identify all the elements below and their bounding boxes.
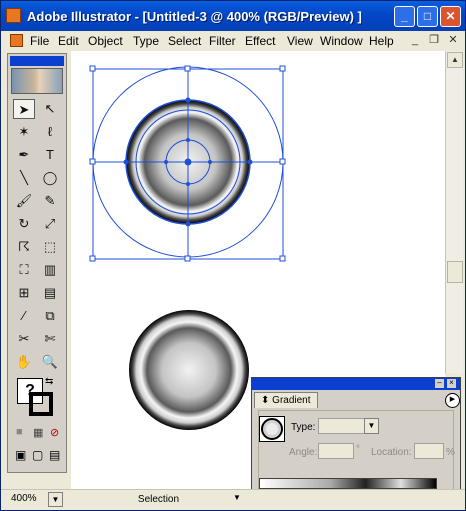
type-label: Type: xyxy=(291,422,316,433)
illustrator-app-icon[interactable] xyxy=(6,8,21,23)
status-bar: 400% ▼ Selection ▼ xyxy=(1,489,465,510)
menu-select[interactable]: Select xyxy=(168,34,201,48)
type-select[interactable] xyxy=(318,418,366,434)
mesh-tool-icon[interactable]: ⊞ xyxy=(13,283,35,303)
full-screen-menu-mode-icon[interactable]: ▢ xyxy=(32,448,43,462)
location-label: Location: xyxy=(371,447,412,458)
scissors-tool-icon[interactable]: ✄ xyxy=(39,329,61,349)
gradient-circle[interactable] xyxy=(129,310,249,430)
panel-minimize-icon[interactable]: – xyxy=(435,379,444,388)
angle-label: Angle: xyxy=(289,447,318,458)
standard-screen-mode-icon[interactable]: ▣ xyxy=(15,448,26,462)
hand-tool-icon[interactable]: ✋ xyxy=(13,352,35,372)
graph-tool-icon[interactable]: ▥ xyxy=(39,260,61,280)
angle-unit: ° xyxy=(356,444,360,455)
scroll-thumb[interactable] xyxy=(447,261,463,283)
toolbox-header[interactable] xyxy=(10,56,64,66)
scale-tool-icon[interactable]: ⤢ xyxy=(39,214,61,234)
gradient-tool-icon[interactable]: ▤ xyxy=(39,283,61,303)
vertical-scrollbar[interactable]: ▲ xyxy=(445,51,463,373)
gradient-tab-row: ⬍ Gradient ▶ xyxy=(252,391,460,409)
symbol-sprayer-tool-icon[interactable]: ⛶ xyxy=(13,260,35,280)
paintbrush-tool-icon[interactable]: 🖌 xyxy=(13,191,35,211)
panel-menu-icon[interactable]: ▶ xyxy=(445,393,460,408)
eyedropper-tool-icon[interactable]: ⁄ xyxy=(13,306,35,326)
selected-gradient-circle[interactable] xyxy=(89,65,286,262)
none-mode-icon[interactable]: ⊘ xyxy=(50,426,59,439)
fill-stroke-control[interactable]: ? ⇆ xyxy=(17,376,57,418)
gradient-panel-header[interactable]: – × xyxy=(252,378,460,390)
menu-effect[interactable]: Effect xyxy=(245,34,275,48)
doc-minimize-button[interactable]: _ xyxy=(407,33,423,48)
gradient-tab[interactable]: ⬍ Gradient xyxy=(254,392,318,408)
toolbox-banner-image[interactable] xyxy=(11,68,63,94)
type-dropdown-icon[interactable]: ▼ xyxy=(364,418,379,434)
stroke-swatch[interactable] xyxy=(29,392,53,416)
type-tool-icon[interactable]: T xyxy=(39,145,61,165)
title-bar[interactable]: Adobe Illustrator - [Untitled-3 @ 400% (… xyxy=(1,1,465,31)
gradient-tab-label: Gradient xyxy=(272,395,311,406)
document-icon[interactable] xyxy=(10,34,23,47)
gradient-mode-icon[interactable]: ▦ xyxy=(33,426,43,439)
ellipse-tool-icon[interactable]: ◯ xyxy=(39,168,61,188)
color-mode-icon[interactable]: ■ xyxy=(16,426,23,438)
window-title: Adobe Illustrator - [Untitled-3 @ 400% (… xyxy=(27,9,362,24)
menu-help[interactable]: Help xyxy=(369,34,394,48)
gradient-panel: – × ⬍ Gradient ▶ Type: ▼ Angle: ° Locati… xyxy=(251,377,461,497)
warp-tool-icon[interactable]: ☈ xyxy=(13,237,35,257)
maximize-button[interactable]: □ xyxy=(417,6,438,27)
menu-file[interactable]: File xyxy=(30,34,49,48)
scroll-up-icon[interactable]: ▲ xyxy=(447,52,463,68)
minimize-button[interactable]: _ xyxy=(394,6,415,27)
panel-close-icon[interactable]: × xyxy=(447,379,456,388)
zoom-tool-icon[interactable]: 🔍 xyxy=(39,352,61,372)
status-tool-display[interactable]: Selection xyxy=(71,492,246,507)
menu-edit[interactable]: Edit xyxy=(58,34,79,48)
toolbox-panel: ➤ ↖ ✶ ℓ ✒ T ╲ ◯ 🖌 ✎ ↻ ⤢ ☈ ⬚ ⛶ ▥ ⊞ ▤ ⁄ ⧉ ✂ ✄ ✋ 🔍 ? ⇆ ■ ▦ ⊘ ▣ ▢ ▤ xyxy=(7,53,67,473)
pencil-tool-icon[interactable]: ✎ xyxy=(39,191,61,211)
menu-window[interactable]: Window xyxy=(320,34,363,48)
full-screen-mode-icon[interactable]: ▤ xyxy=(49,448,60,462)
tab-arrows-icon: ⬍ xyxy=(261,395,273,406)
swap-icon[interactable]: ⇆ xyxy=(45,376,53,387)
menu-type[interactable]: Type xyxy=(133,34,159,48)
menu-filter[interactable]: Filter xyxy=(209,34,236,48)
doc-restore-button[interactable]: ❐ xyxy=(426,33,442,48)
slice-tool-icon[interactable]: ✂ xyxy=(13,329,35,349)
rotate-tool-icon[interactable]: ↻ xyxy=(13,214,35,234)
selection-tool-icon[interactable]: ➤ xyxy=(13,99,35,119)
zoom-dropdown-icon[interactable]: ▼ xyxy=(48,492,63,507)
free-transform-tool-icon[interactable]: ⬚ xyxy=(39,237,61,257)
blend-tool-icon[interactable]: ⧉ xyxy=(39,306,61,326)
menu-object[interactable]: Object xyxy=(88,34,123,48)
magic-wand-tool-icon[interactable]: ✶ xyxy=(13,122,35,142)
angle-field[interactable] xyxy=(318,443,354,459)
zoom-field[interactable]: 400% xyxy=(7,492,49,507)
gradient-slider-bar[interactable] xyxy=(259,478,437,489)
direct-selection-tool-icon[interactable]: ↖ xyxy=(39,99,61,119)
illustrator-window: Adobe Illustrator - [Untitled-3 @ 400% (… xyxy=(0,0,466,511)
location-unit: % xyxy=(446,447,455,458)
menu-bar: File Edit Object Type Select Filter Effe… xyxy=(1,31,465,51)
lasso-tool-icon[interactable]: ℓ xyxy=(39,122,61,142)
pen-tool-icon[interactable]: ✒ xyxy=(13,145,35,165)
line-tool-icon[interactable]: ╲ xyxy=(13,168,35,188)
location-field[interactable] xyxy=(414,443,444,459)
gradient-preview-swatch[interactable] xyxy=(259,416,285,442)
close-button[interactable]: ✕ xyxy=(440,6,461,27)
status-menu-icon[interactable]: ▼ xyxy=(233,493,241,502)
menu-view[interactable]: View xyxy=(287,34,313,48)
doc-close-button[interactable]: ✕ xyxy=(445,33,461,48)
